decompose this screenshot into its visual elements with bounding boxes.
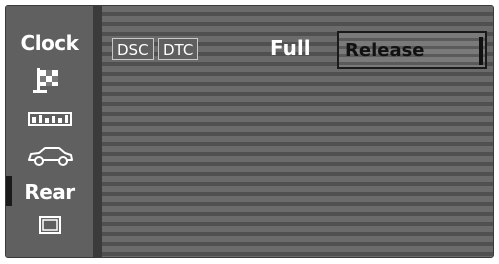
sidebar-item-rear[interactable]: Rear <box>6 178 93 206</box>
sidebar-item-rear-label: Rear <box>24 180 75 204</box>
dsc-button[interactable]: DSC <box>112 38 154 60</box>
sidebar-item-clock-label: Clock <box>20 31 79 55</box>
sidebar-item-flag[interactable] <box>6 64 93 98</box>
sidebar-divider <box>93 6 102 257</box>
release-scroll-cap <box>479 37 483 65</box>
sidebar-item-car[interactable] <box>6 144 93 172</box>
release-label: Release <box>345 40 425 61</box>
release-button[interactable]: Release <box>337 31 487 69</box>
dsc-label: DSC <box>117 41 149 59</box>
car-icon <box>25 145 75 171</box>
flag-icon <box>32 64 67 98</box>
full-status-label: Full <box>270 36 311 60</box>
sidebar-menu: Clock Rear <box>6 6 93 257</box>
dtc-button[interactable]: DTC <box>158 38 199 60</box>
sidebar-item-tire-pressure[interactable] <box>6 108 93 134</box>
idrive-screen: Clock Rear DSC DTC Full Release <box>5 5 494 258</box>
screen-icon <box>38 215 62 239</box>
tire-pressure-icon <box>27 110 73 132</box>
main-panel: DSC DTC Full Release <box>102 6 493 257</box>
sidebar-item-screen[interactable] <box>6 214 93 240</box>
dtc-label: DTC <box>163 41 194 59</box>
sidebar-item-clock[interactable]: Clock <box>6 28 93 58</box>
